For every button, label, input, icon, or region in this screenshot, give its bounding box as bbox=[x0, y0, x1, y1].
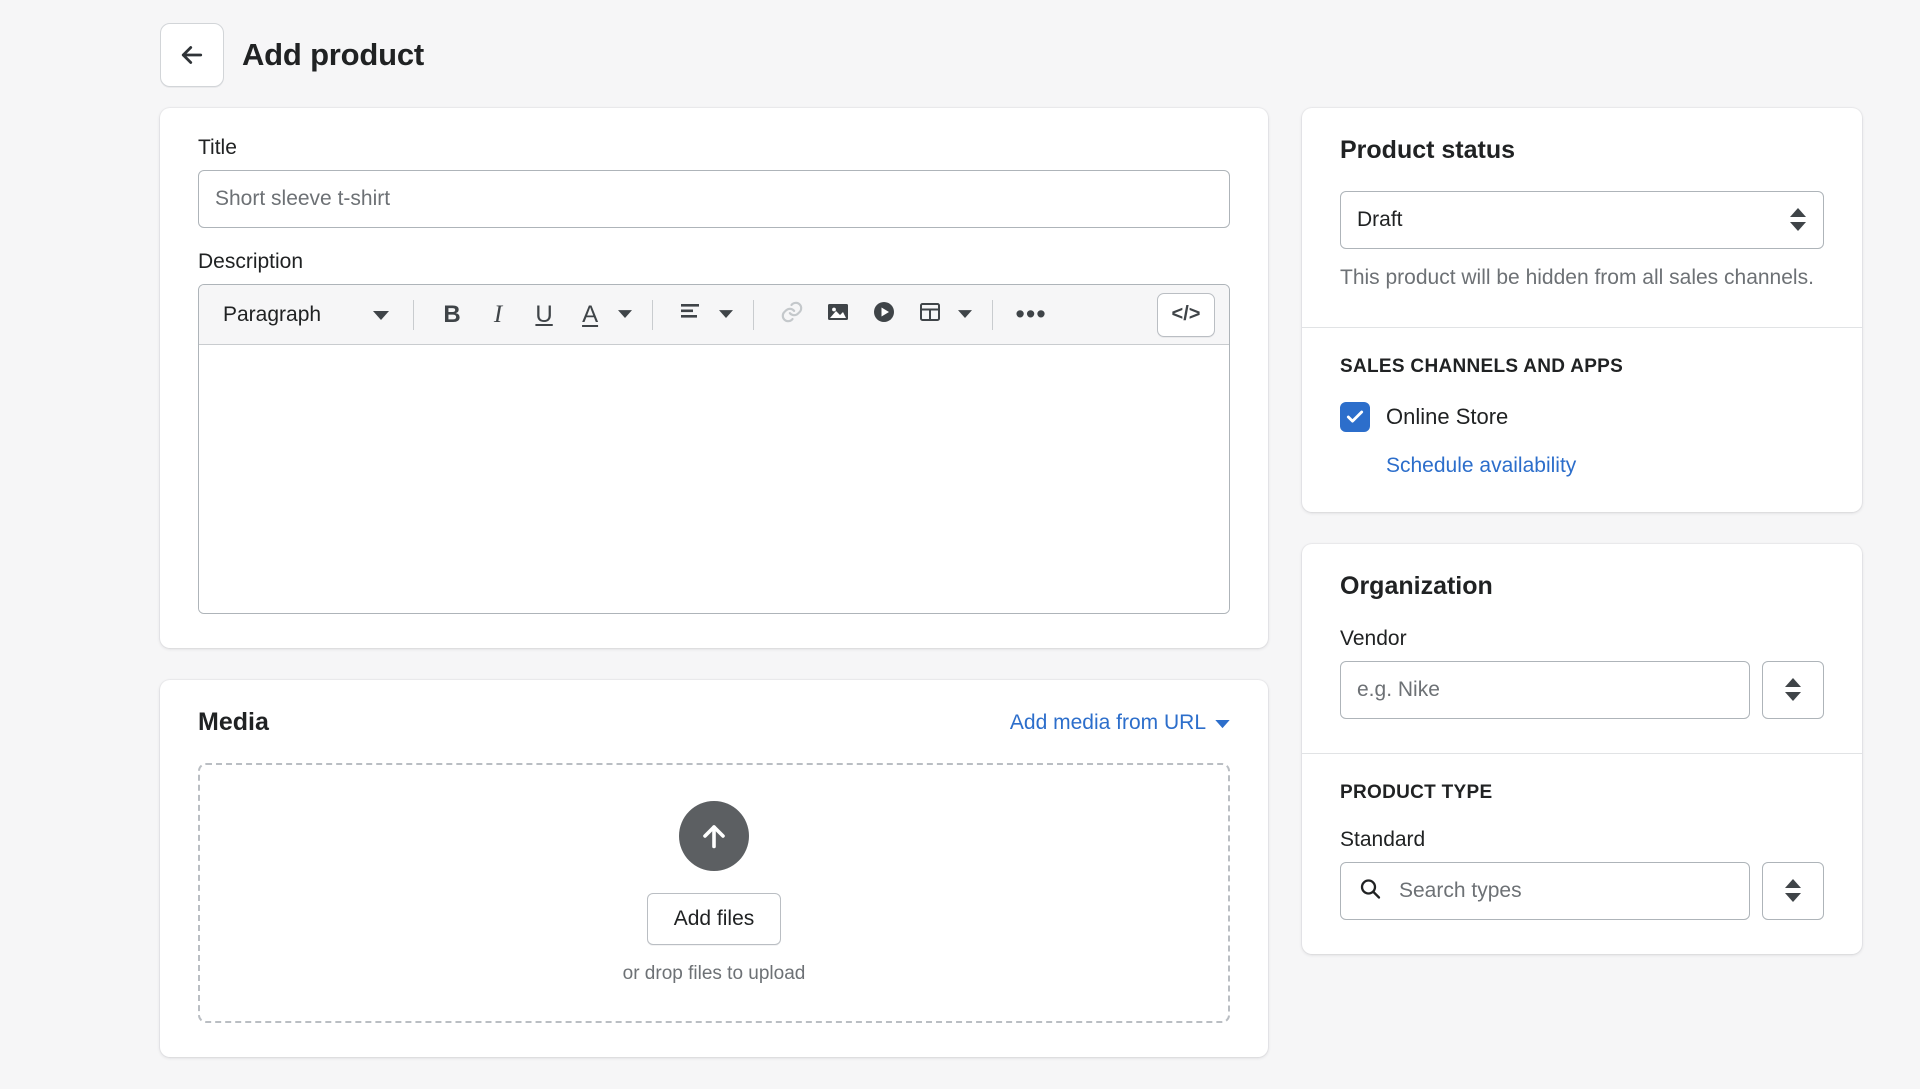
text-color-button[interactable]: A bbox=[568, 294, 612, 336]
add-media-from-url-label: Add media from URL bbox=[1009, 710, 1206, 734]
back-button[interactable] bbox=[160, 23, 224, 87]
product-status-title: Product status bbox=[1340, 136, 1516, 164]
content-layout: Title Description Paragraph bbox=[0, 90, 1920, 1089]
product-type-search-wrap bbox=[1340, 861, 1750, 920]
description-label: Description bbox=[198, 250, 304, 273]
drop-files-hint: or drop files to upload bbox=[622, 963, 806, 984]
code-icon: </> bbox=[1171, 303, 1201, 325]
page-title: Add product bbox=[242, 37, 425, 72]
product-details-card: Title Description Paragraph bbox=[160, 108, 1268, 648]
html-code-button[interactable]: </> bbox=[1157, 292, 1215, 337]
insert-video-button[interactable] bbox=[862, 294, 906, 336]
page-header: Add product bbox=[0, 20, 1920, 90]
text-color-chevron-down-icon[interactable] bbox=[614, 310, 636, 319]
table-chevron-down-icon[interactable] bbox=[954, 310, 976, 319]
underline-icon: U bbox=[535, 300, 553, 328]
description-editor-body[interactable] bbox=[199, 345, 1229, 613]
online-store-checkbox-row: Online Store bbox=[1340, 401, 1824, 432]
product-type-heading: PRODUCT TYPE bbox=[1340, 781, 1493, 803]
product-status-helper: This product will be hidden from all sal… bbox=[1340, 266, 1814, 289]
title-field-group: Title bbox=[198, 136, 1230, 228]
chevron-down-icon bbox=[1215, 711, 1230, 735]
product-type-standard-label: Standard bbox=[1340, 827, 1426, 851]
stepper-chevrons-icon bbox=[1785, 878, 1801, 903]
video-play-icon bbox=[872, 300, 896, 329]
rich-text-editor: Paragraph B I U A ••• </> bbox=[198, 284, 1230, 614]
vendor-stepper-button[interactable] bbox=[1762, 660, 1824, 719]
align-chevron-down-icon[interactable] bbox=[715, 310, 737, 319]
toolbar-divider bbox=[652, 299, 654, 330]
product-type-search-input[interactable] bbox=[1340, 861, 1750, 920]
table-icon bbox=[918, 300, 942, 329]
sales-channels-heading: SALES CHANNELS AND APPS bbox=[1340, 355, 1624, 377]
block-format-select[interactable]: Paragraph bbox=[219, 297, 397, 333]
upload-arrow-icon bbox=[679, 801, 749, 871]
media-header: Media Add media from URL bbox=[198, 708, 1230, 737]
description-field-group: Description Paragraph B I U A ••• </> bbox=[198, 250, 1230, 614]
vendor-label: Vendor bbox=[1340, 626, 1407, 650]
add-product-page: Add product Title Description bbox=[0, 0, 1920, 1089]
vendor-input[interactable] bbox=[1340, 660, 1750, 719]
insert-image-button[interactable] bbox=[816, 294, 860, 336]
product-status-select-wrap: Draft bbox=[1340, 191, 1824, 249]
toolbar-divider bbox=[992, 299, 994, 330]
link-button[interactable] bbox=[770, 294, 814, 336]
title-input[interactable] bbox=[198, 170, 1230, 228]
underline-button[interactable]: U bbox=[522, 294, 566, 336]
stepper-chevrons-icon bbox=[1785, 677, 1801, 702]
organization-title: Organization bbox=[1340, 571, 1493, 600]
product-status-select[interactable]: Draft bbox=[1340, 191, 1824, 249]
chevron-down-icon bbox=[373, 303, 390, 327]
toolbar-divider bbox=[413, 299, 415, 330]
editor-toolbar: Paragraph B I U A ••• </> bbox=[199, 285, 1229, 345]
align-left-icon bbox=[679, 302, 703, 327]
sidebar-column: Product status Draft This product will b… bbox=[1302, 108, 1862, 986]
arrow-left-icon bbox=[177, 40, 207, 70]
main-column: Title Description Paragraph bbox=[160, 108, 1268, 1089]
block-format-label: Paragraph bbox=[223, 302, 322, 326]
align-button[interactable] bbox=[669, 294, 713, 336]
online-store-label: Online Store bbox=[1386, 403, 1509, 429]
product-type-field-row bbox=[1340, 861, 1824, 920]
organization-card: Organization Vendor PRODU bbox=[1302, 543, 1862, 954]
toolbar-divider bbox=[753, 299, 755, 330]
online-store-checkbox[interactable] bbox=[1340, 401, 1370, 432]
add-files-button[interactable]: Add files bbox=[646, 893, 782, 945]
schedule-availability-link[interactable]: Schedule availability bbox=[1386, 454, 1824, 478]
add-media-from-url-button[interactable]: Add media from URL bbox=[1010, 711, 1230, 735]
media-dropzone[interactable]: Add files or drop files to upload bbox=[198, 763, 1230, 1023]
text-color-icon: A bbox=[582, 300, 599, 328]
product-status-card: Product status Draft This product will b… bbox=[1302, 108, 1862, 512]
product-status-value: Draft bbox=[1357, 208, 1403, 231]
link-icon bbox=[779, 299, 805, 330]
italic-icon: I bbox=[493, 300, 503, 328]
ellipsis-icon: ••• bbox=[1015, 299, 1047, 330]
media-card: Media Add media from URL Add files or dr… bbox=[160, 680, 1268, 1057]
image-icon bbox=[826, 300, 850, 329]
media-title: Media bbox=[198, 708, 269, 736]
bold-button[interactable]: B bbox=[430, 294, 474, 336]
product-type-stepper-button[interactable] bbox=[1762, 861, 1824, 920]
more-options-button[interactable]: ••• bbox=[1009, 294, 1053, 336]
title-label: Title bbox=[198, 136, 237, 159]
insert-table-button[interactable] bbox=[908, 294, 952, 336]
italic-button[interactable]: I bbox=[476, 294, 520, 336]
vendor-field-row bbox=[1340, 660, 1824, 719]
bold-icon: B bbox=[443, 300, 461, 328]
